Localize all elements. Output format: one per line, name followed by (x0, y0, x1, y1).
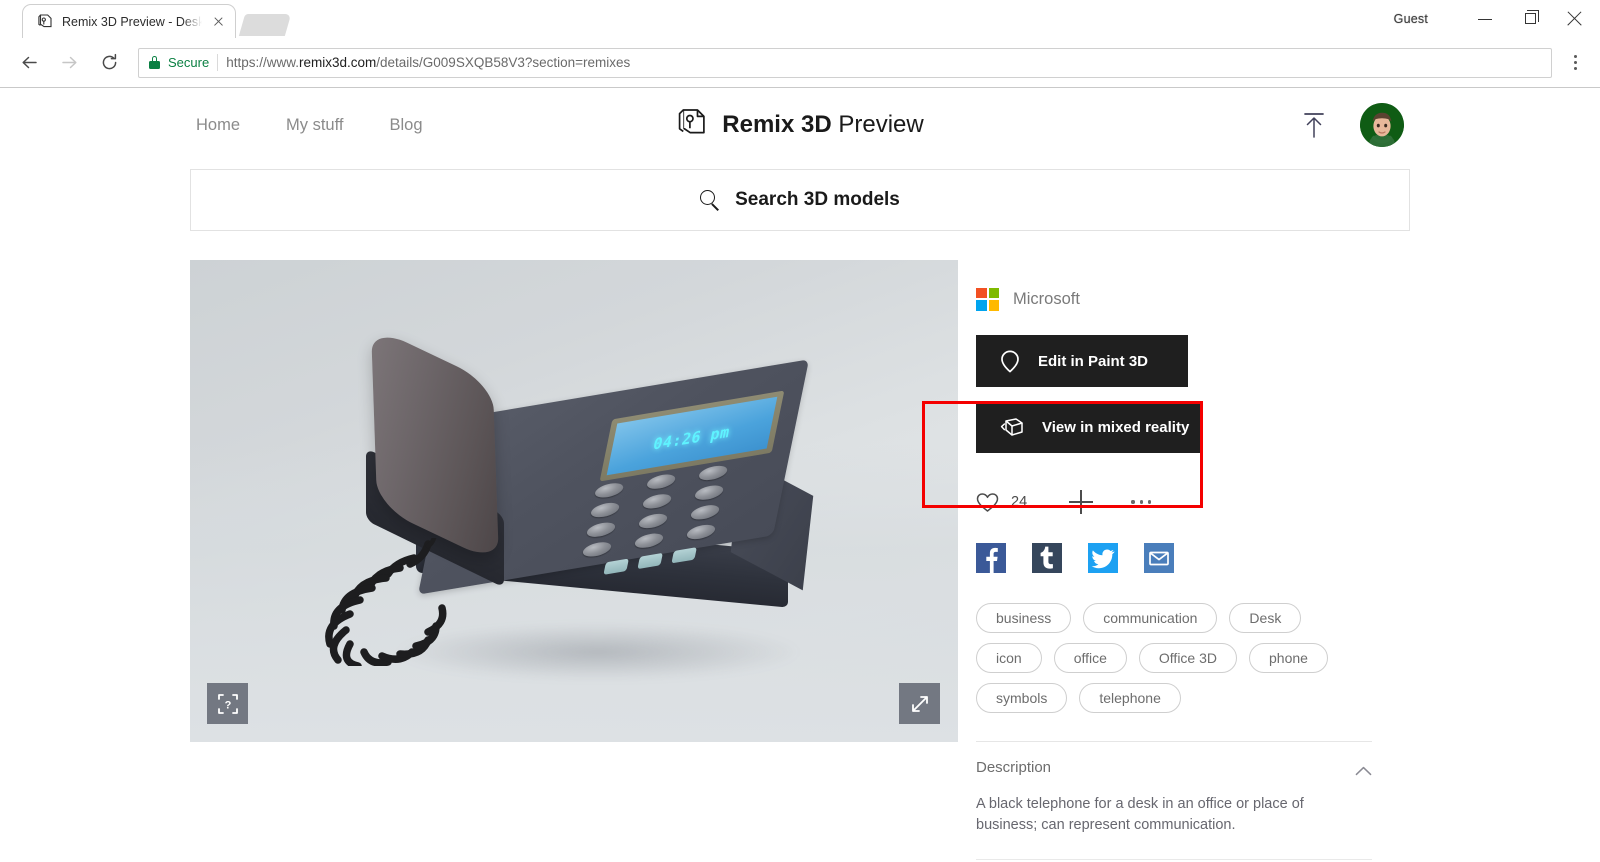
remix3d-favicon-icon (37, 13, 54, 30)
tag-item[interactable]: symbols (976, 683, 1068, 713)
tag-item[interactable]: business (976, 603, 1072, 633)
paint3d-icon (1000, 350, 1020, 373)
search-label: Search 3D models (735, 189, 900, 210)
back-arrow-icon[interactable] (10, 44, 48, 82)
close-icon[interactable] (1554, 4, 1600, 34)
url-prefix: https://www. (226, 55, 299, 70)
upload-icon[interactable] (1302, 112, 1326, 138)
tag-item[interactable]: phone (1249, 643, 1328, 673)
forward-arrow-icon (50, 44, 88, 82)
new-tab-button[interactable] (238, 14, 292, 36)
model-author[interactable]: Microsoft (976, 282, 1400, 316)
omnibox-divider (217, 54, 219, 71)
facebook-share-button[interactable] (976, 543, 1006, 573)
tag-item[interactable]: icon (976, 643, 1042, 673)
kebab-menu-icon[interactable] (1564, 48, 1586, 78)
site-brand[interactable]: Remix 3D Preview (676, 106, 924, 144)
tag-item[interactable]: office (1053, 643, 1127, 673)
share-buttons (976, 543, 1400, 573)
remix3d-logo-icon (676, 106, 709, 144)
model-info-panel: Microsoft Edit in Paint 3D View in mixed… (976, 260, 1400, 861)
search-icon (700, 189, 721, 211)
url-domain: remix3d.com (298, 55, 377, 70)
ellipsis-icon[interactable] (1131, 500, 1152, 504)
section-divider-bottom (976, 859, 1372, 861)
browser-tab-title: Remix 3D Preview - Desk (62, 14, 202, 29)
edit-in-paint-3d-label: Edit in Paint 3D (1038, 352, 1149, 370)
lock-icon (149, 56, 160, 69)
email-share-button[interactable] (1144, 543, 1174, 573)
tag-item[interactable]: telephone (1079, 683, 1181, 713)
nav-item-home[interactable]: Home (196, 116, 240, 135)
avatar[interactable] (1360, 103, 1404, 147)
page-content: Home My stuff Blog Remix 3D Preview Sear… (0, 89, 1600, 862)
address-bar[interactable]: Secure https://www.remix3d.com/details/G… (138, 47, 1552, 78)
author-name: Microsoft (1013, 289, 1080, 308)
minimize-icon[interactable] (1462, 4, 1508, 34)
header-actions (1302, 103, 1404, 147)
chevron-up-icon[interactable] (1355, 763, 1372, 775)
desk-telephone-3d-model: 04:26 pm (318, 325, 838, 686)
tag-item[interactable]: communication (1083, 603, 1218, 633)
browser-toolbar: Secure https://www.remix3d.com/details/G… (0, 38, 1600, 88)
url-path: /details/G009SXQB58V3?section=remixes (376, 55, 631, 70)
tumblr-share-button[interactable] (1032, 543, 1062, 573)
search-input[interactable]: Search 3D models (190, 169, 1410, 231)
restore-icon[interactable] (1508, 4, 1554, 34)
microsoft-logo-icon (976, 287, 999, 311)
nav-item-my-stuff[interactable]: My stuff (286, 116, 343, 135)
brand-title: Remix 3D Preview (722, 111, 923, 139)
reload-icon[interactable] (90, 44, 128, 82)
tag-item[interactable]: Office 3D (1138, 643, 1238, 673)
url-text: https://www.remix3d.com/details/G009SXQB… (226, 55, 630, 70)
content-container: Home My stuff Blog Remix 3D Preview Sear… (190, 89, 1410, 861)
svg-text:?: ? (224, 699, 231, 711)
fullscreen-expand-icon[interactable] (899, 683, 940, 724)
model-actions: 24 (976, 487, 1400, 517)
heart-icon (976, 492, 999, 513)
lcd-time-text: 04:26 pm (651, 422, 732, 454)
close-tab-icon[interactable] (210, 13, 227, 30)
model-viewer[interactable]: 04:26 pm ? (190, 260, 958, 742)
window-controls: Guest (1394, 0, 1600, 38)
browser-window: Remix 3D Preview - Desk Guest Secure htt… (0, 0, 1600, 862)
profile-label[interactable]: Guest (1394, 12, 1428, 26)
view-in-mixed-reality-label: View in mixed reality (1042, 418, 1190, 436)
phone-coiled-cord (325, 538, 447, 666)
description-title: Description (976, 759, 1052, 776)
plus-icon[interactable] (1069, 490, 1094, 514)
mixed-reality-icon (1000, 417, 1024, 438)
model-detail-row: 04:26 pm ? Microsoft Edit in Paint 3D Vi… (190, 260, 1410, 861)
brand-title-bold: Remix 3D (722, 111, 832, 138)
description-header[interactable]: Description (976, 759, 1372, 776)
primary-nav: Home My stuff Blog (196, 116, 423, 135)
like-button[interactable]: 24 (976, 492, 1027, 513)
section-divider (976, 741, 1372, 742)
model-tags: business communication Desk icon office … (976, 603, 1372, 713)
like-count: 24 (1011, 494, 1028, 510)
tag-item[interactable]: Desk (1229, 603, 1302, 633)
edit-in-paint-3d-button[interactable]: Edit in Paint 3D (976, 335, 1188, 387)
brand-title-light: Preview (838, 111, 924, 138)
model-help-icon[interactable]: ? (207, 683, 248, 724)
nav-item-blog[interactable]: Blog (389, 116, 422, 135)
browser-titlebar: Remix 3D Preview - Desk Guest (0, 0, 1600, 38)
browser-tab[interactable]: Remix 3D Preview - Desk (22, 4, 236, 38)
security-label: Secure (168, 55, 210, 70)
view-in-mixed-reality-button[interactable]: View in mixed reality (976, 401, 1202, 453)
site-header: Home My stuff Blog Remix 3D Preview (190, 89, 1410, 161)
twitter-share-button[interactable] (1088, 543, 1118, 573)
description-text: A black telephone for a desk in an offic… (976, 796, 1304, 833)
